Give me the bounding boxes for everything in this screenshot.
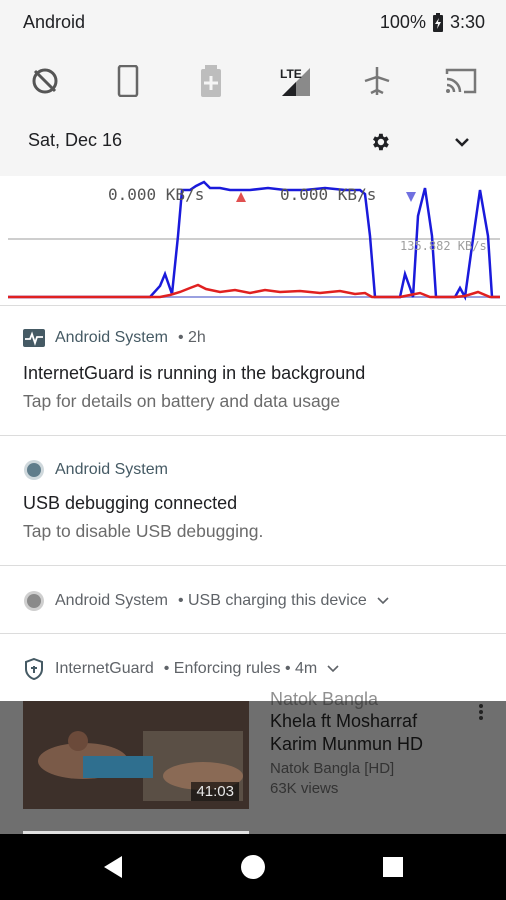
video-duration: 41:03 (191, 782, 239, 801)
phone-rotate-icon[interactable] (105, 58, 151, 104)
home-icon[interactable] (238, 852, 268, 882)
more-options-icon (479, 704, 483, 720)
clock: 3:30 (449, 12, 485, 32)
download-arrow-icon (406, 192, 416, 202)
carrier-label: Android (23, 12, 86, 32)
notification-usb-charging[interactable]: Android System • USB charging this devic… (0, 565, 506, 634)
lte-label: LTE (280, 67, 302, 81)
notification-app-name: InternetGuard (55, 660, 154, 677)
data-saver-icon[interactable] (22, 58, 68, 104)
quick-settings-row: LTE (0, 52, 506, 108)
notification-usb-debugging[interactable]: Android System USB debugging connected T… (0, 435, 506, 566)
notification-shade-header: Android 100% 3:30 LTE Sat, Dec 16 (0, 0, 506, 176)
android-system-icon (24, 591, 44, 611)
notification-app-name: Android System (55, 329, 168, 346)
notification-text: Tap for details on battery and data usag… (23, 391, 341, 411)
battery-percent: 100% (379, 12, 426, 32)
notification-text: Tap to disable USB debugging. (23, 521, 264, 541)
notification-header: Android System • USB charging this devic… (23, 590, 389, 612)
video-title-line2: Khela ft Mosharraf (270, 711, 418, 731)
upload-arrow-icon (236, 192, 246, 202)
notification-internetguard-background[interactable]: Android System • 2h InternetGuard is run… (0, 305, 506, 436)
status-right: 100% 3:30 (380, 12, 485, 33)
notification-app-name: Android System (55, 592, 168, 609)
recents-icon[interactable] (378, 852, 408, 882)
date-row: Sat, Dec 16 (0, 118, 506, 166)
max-rate-label: 135.882 KB/s (400, 239, 487, 253)
shield-icon (25, 658, 43, 680)
notification-title: USB debugging connected (23, 493, 238, 513)
notification-time: • 2h (177, 329, 206, 346)
video-title-partial: Natok Bangla (270, 689, 379, 709)
airplane-mode-icon[interactable] (354, 58, 400, 104)
upload-series (8, 283, 500, 299)
notification-header: InternetGuard • Enforcing rules • 4m (23, 658, 339, 680)
gear-icon[interactable] (366, 128, 394, 156)
cast-icon[interactable] (438, 58, 484, 104)
android-system-icon (24, 460, 44, 480)
expand-chevron-icon[interactable] (327, 665, 339, 673)
download-rate-label: 0.000 KB/s (280, 185, 377, 204)
video-views: 63K views (270, 780, 339, 797)
lte-signal-icon[interactable]: LTE (271, 58, 317, 104)
date-label: Sat, Dec 16 (28, 130, 123, 150)
background-video-item: 41:03 Natok Bangla Khela ft Mosharraf Ka… (0, 689, 506, 834)
notification-app-name: Android System (55, 461, 168, 478)
notification-summary: • Enforcing rules • 4m (163, 660, 318, 677)
notification-header: Android System • 2h (23, 329, 206, 347)
status-bar: Android 100% 3:30 (0, 0, 506, 46)
navigation-bar (0, 834, 506, 900)
video-title-line3: Karim Munmun HD (270, 734, 424, 754)
expand-chevron-icon[interactable] (377, 597, 389, 605)
battery-charging-icon (432, 12, 443, 32)
video-channel: Natok Bangla [HD] (270, 760, 395, 777)
battery-saver-icon[interactable] (188, 58, 234, 104)
traffic-graph: 0.000 KB/s 0.000 KB/s 135.882 KB/s (0, 176, 506, 302)
notification-header: Android System (23, 459, 168, 481)
back-icon[interactable] (98, 852, 128, 882)
notification-summary: • USB charging this device (177, 592, 367, 609)
video-thumbnail: 41:03 (23, 701, 249, 809)
notification-internetguard-rules[interactable]: InternetGuard • Enforcing rules • 4m (0, 633, 506, 702)
upload-rate-label: 0.000 KB/s (108, 185, 205, 204)
chevron-down-icon[interactable] (448, 128, 476, 156)
pulse-icon (23, 329, 45, 347)
notification-title: InternetGuard is running in the backgrou… (23, 363, 366, 383)
